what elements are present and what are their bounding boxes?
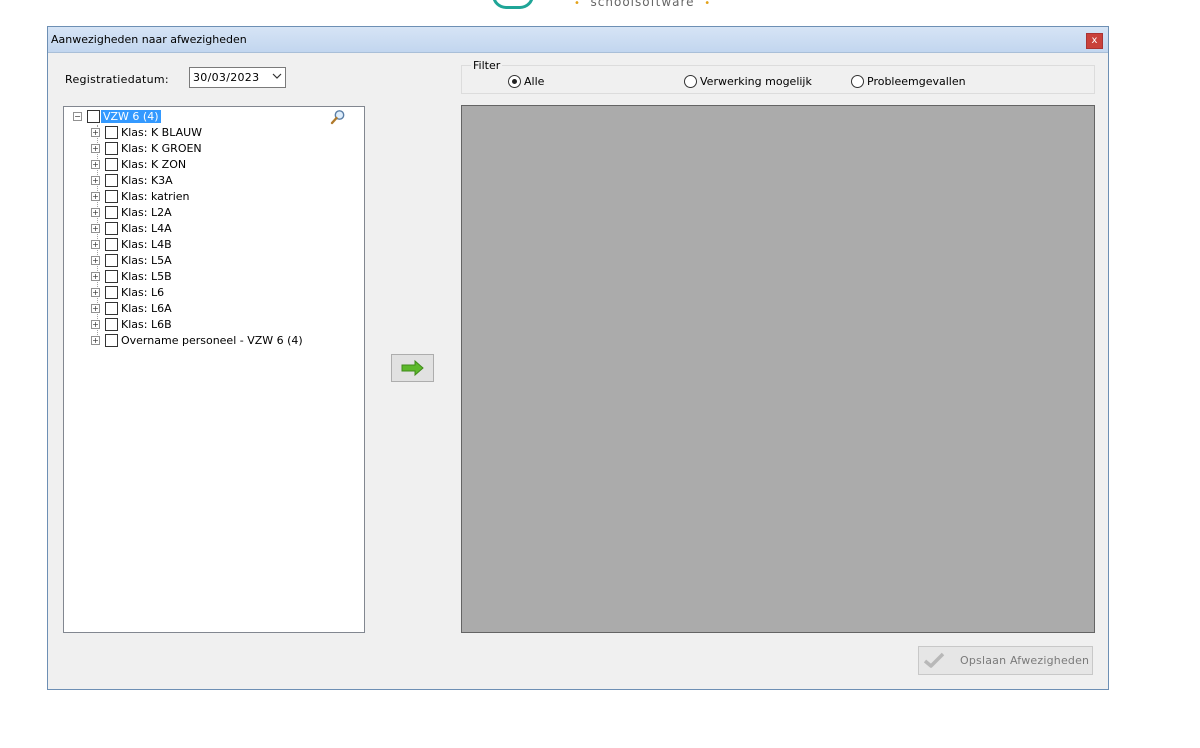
brand-text-wrap: • schoolsoftware • xyxy=(574,0,711,9)
tree-item[interactable]: + Klas: L5B xyxy=(91,269,351,285)
expand-icon[interactable]: + xyxy=(91,144,100,153)
dialog-window: Aanwezigheden naar afwezigheden x Regist… xyxy=(47,26,1109,690)
brand-logo-icon xyxy=(492,0,534,9)
filter-group: Filter Alle Verwerking mogelijk Probleem… xyxy=(461,59,1095,94)
tree-item-checkbox[interactable] xyxy=(105,174,118,187)
tree-item[interactable]: + Klas: L2A xyxy=(91,205,351,221)
tree-item-label: Klas: L5A xyxy=(121,254,172,267)
radio-label-alle: Alle xyxy=(524,75,545,88)
search-icon[interactable] xyxy=(330,109,346,125)
tree-root-label: VZW 6 (4) xyxy=(101,110,161,123)
tree-item[interactable]: + Klas: K GROEN xyxy=(91,141,351,157)
tree-item[interactable]: + Klas: katrien xyxy=(91,189,351,205)
tree-item-label: Klas: K BLAUW xyxy=(121,126,203,139)
window-title: Aanwezigheden naar afwezigheden xyxy=(51,33,247,46)
tree-item-label: Overname personeel - VZW 6 (4) xyxy=(121,334,303,347)
collapse-icon[interactable]: − xyxy=(73,112,82,121)
tree-item-checkbox[interactable] xyxy=(105,318,118,331)
chevron-down-icon[interactable] xyxy=(272,70,282,85)
tree-item[interactable]: + Klas: K3A xyxy=(91,173,351,189)
expand-icon[interactable]: + xyxy=(91,320,100,329)
title-bar[interactable]: Aanwezigheden naar afwezigheden x xyxy=(48,27,1108,53)
tree-item[interactable]: + Klas: L4A xyxy=(91,221,351,237)
tree-item-checkbox[interactable] xyxy=(105,302,118,315)
registration-date-value: 30/03/2023 xyxy=(193,71,260,84)
tree-item[interactable]: + Klas: K ZON xyxy=(91,157,351,173)
tree-item-checkbox[interactable] xyxy=(105,142,118,155)
checkmark-icon xyxy=(923,652,945,668)
radio-selected-dot xyxy=(512,79,517,84)
tree-item-checkbox[interactable] xyxy=(105,158,118,171)
registration-date-picker[interactable]: 30/03/2023 xyxy=(189,67,286,88)
tree-root-node[interactable]: − VZW 6 (4) xyxy=(73,109,353,125)
radio-circle[interactable] xyxy=(684,75,697,88)
tree-item[interactable]: + Klas: L6A xyxy=(91,301,351,317)
results-grid[interactable] xyxy=(461,105,1095,633)
save-absences-button[interactable]: Opslaan Afwezigheden xyxy=(918,646,1093,675)
tree-root-checkbox[interactable] xyxy=(87,110,100,123)
tree-item[interactable]: + Klas: L6 xyxy=(91,285,351,301)
class-tree[interactable]: − VZW 6 (4) + Klas: K BLAUW + Klas: K GROEN… xyxy=(63,106,365,633)
expand-icon[interactable]: + xyxy=(91,192,100,201)
tree-item-checkbox[interactable] xyxy=(105,286,118,299)
radio-label-verwerking: Verwerking mogelijk xyxy=(700,75,812,88)
tree-item[interactable]: + Overname personeel - VZW 6 (4) xyxy=(91,333,351,349)
expand-icon[interactable]: + xyxy=(91,272,100,281)
tree-item-checkbox[interactable] xyxy=(105,206,118,219)
tree-item-checkbox[interactable] xyxy=(105,270,118,283)
expand-icon[interactable]: + xyxy=(91,128,100,137)
tree-item-label: Klas: L4B xyxy=(121,238,172,251)
tree-item-label: Klas: katrien xyxy=(121,190,190,203)
expand-icon[interactable]: + xyxy=(91,304,100,313)
tree-item-label: Klas: L6B xyxy=(121,318,172,331)
tree-item[interactable]: + Klas: L4B xyxy=(91,237,351,253)
tree-item[interactable]: + Klas: L5A xyxy=(91,253,351,269)
close-button[interactable]: x xyxy=(1086,33,1103,49)
radio-label-probleemgevallen: Probleemgevallen xyxy=(867,75,966,88)
expand-icon[interactable]: + xyxy=(91,288,100,297)
expand-icon[interactable]: + xyxy=(91,208,100,217)
expand-icon[interactable]: + xyxy=(91,224,100,233)
tree-item[interactable]: + Klas: K BLAUW xyxy=(91,125,351,141)
tree-item-label: Klas: L2A xyxy=(121,206,172,219)
brand-header: • schoolsoftware • xyxy=(488,0,748,12)
tree-item-label: Klas: K GROEN xyxy=(121,142,202,155)
filter-legend: Filter xyxy=(471,59,503,72)
tree-item-checkbox[interactable] xyxy=(105,222,118,235)
expand-icon[interactable]: + xyxy=(91,256,100,265)
brand-text: schoolsoftware xyxy=(590,0,695,9)
radio-circle[interactable] xyxy=(508,75,521,88)
expand-icon[interactable]: + xyxy=(91,176,100,185)
arrow-right-icon xyxy=(401,359,424,377)
tree-item[interactable]: + Klas: L6B xyxy=(91,317,351,333)
expand-icon[interactable]: + xyxy=(91,160,100,169)
tree-item-checkbox[interactable] xyxy=(105,126,118,139)
tree-item-label: Klas: L5B xyxy=(121,270,172,283)
tree-item-checkbox[interactable] xyxy=(105,238,118,251)
tree-item-checkbox[interactable] xyxy=(105,334,118,347)
transfer-arrow-button[interactable] xyxy=(391,354,434,382)
tree-item-checkbox[interactable] xyxy=(105,254,118,267)
tree-item-label: Klas: K ZON xyxy=(121,158,187,171)
save-absences-label: Opslaan Afwezigheden xyxy=(960,654,1090,667)
tree-item-checkbox[interactable] xyxy=(105,190,118,203)
registration-date-label: Registratiedatum: xyxy=(65,73,169,86)
radio-circle[interactable] xyxy=(851,75,864,88)
tree-item-label: Klas: L6 xyxy=(121,286,165,299)
expand-icon[interactable]: + xyxy=(91,240,100,249)
tree-item-label: Klas: L6A xyxy=(121,302,172,315)
tree-item-label: Klas: K3A xyxy=(121,174,173,187)
tree-item-label: Klas: L4A xyxy=(121,222,172,235)
expand-icon[interactable]: + xyxy=(91,336,100,345)
